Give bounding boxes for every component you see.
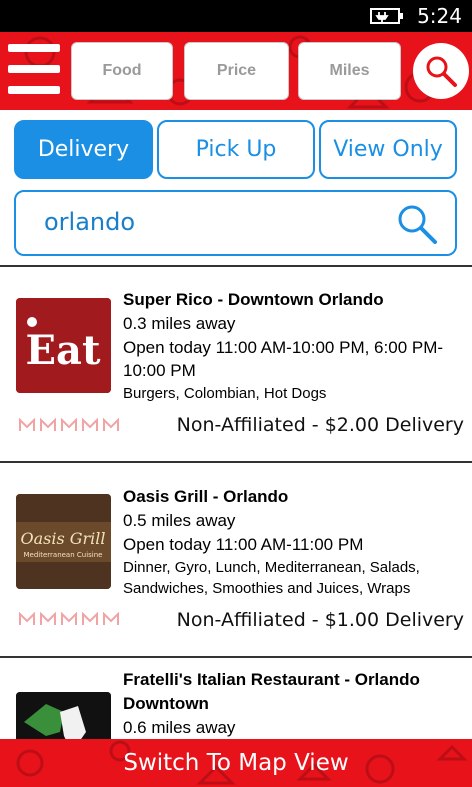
rating-icon [19,612,35,625]
logo-text: Eat [26,327,101,374]
status-bar: 5:24 [0,0,472,32]
map-view-label: Switch To Map View [123,750,349,776]
restaurant-logo [16,692,111,739]
search-input[interactable]: orlando [14,190,457,256]
header-search-button[interactable] [413,43,469,99]
rating-icon [61,612,77,625]
restaurant-distance: 0.3 miles away [123,314,236,333]
restaurant-cuisine: Burgers, Colombian, Hot Dogs [123,385,327,402]
restaurant-distance: 0.5 miles away [123,511,236,530]
map-view-button[interactable]: Switch To Map View [0,739,472,787]
restaurant-info: Super Rico - Downtown Orlando 0.3 miles … [123,288,463,404]
filter-miles-button[interactable]: Miles [298,42,401,100]
logo-text: Oasis Grill [20,529,105,548]
delivery-fee: Non-Affiliated - $1.00 Delivery [176,609,464,631]
restaurant-logo: Oasis Grill Mediterranean Cuisine [16,494,111,589]
list-item[interactable]: Eat Super Rico - Downtown Orlando 0.3 mi… [0,288,472,448]
restaurant-info: Fratelli's Italian Restaurant - Orlando … [123,668,463,739]
battery-charging-icon [370,8,403,24]
search-input-value: orlando [44,208,136,236]
restaurant-logo: Eat [16,298,111,393]
rating-icon [19,418,35,431]
rating-stars [18,418,120,432]
eat-logo: Eat [16,298,111,393]
rating-icon [40,418,56,431]
filter-food-button[interactable]: Food [71,42,173,100]
logo-subtext: Mediterranean Cuisine [23,551,102,559]
restaurant-info: Oasis Grill - Orlando 0.5 miles away Ope… [123,485,463,599]
rating-icon [103,612,119,625]
italy-map-icon [16,692,111,739]
tab-delivery[interactable]: Delivery [14,120,153,179]
rating-icon [82,612,98,625]
list-item[interactable]: Oasis Grill Mediterranean Cuisine Oasis … [0,485,472,645]
restaurant-name: Super Rico - Downtown Orlando [123,290,384,309]
restaurant-name: Fratelli's Italian Restaurant - Orlando … [123,670,420,713]
delivery-fee: Non-Affiliated - $2.00 Delivery [176,414,464,436]
rating-icon [61,418,77,431]
status-clock: 5:24 [417,4,462,28]
restaurant-cuisine: Dinner, Gyro, Lunch, Mediterranean, Sala… [123,559,420,597]
rating-icon [82,418,98,431]
divider [0,656,472,658]
list-item[interactable]: Fratelli's Italian Restaurant - Orlando … [0,668,472,739]
rating-icon [40,612,56,625]
divider [0,461,472,463]
restaurant-hours: Open today 11:00 AM-10:00 PM, 6:00 PM-10… [123,338,444,380]
filter-price-button[interactable]: Price [184,42,289,100]
search-icon[interactable] [395,202,439,246]
divider [0,265,472,267]
header-bar: Food Price Miles [0,32,472,110]
restaurant-name: Oasis Grill - Orlando [123,487,289,506]
restaurant-hours: Open today 11:00 AM-11:00 PM [123,535,364,554]
oasis-grill-logo: Oasis Grill Mediterranean Cuisine [16,494,111,589]
menu-button[interactable] [8,42,62,98]
tab-pick-up[interactable]: Pick Up [157,120,315,179]
tab-view-only[interactable]: View Only [319,120,457,179]
rating-stars [18,612,120,626]
rating-icon [103,418,119,431]
search-icon [426,56,457,87]
restaurant-distance: 0.6 miles away [123,718,236,737]
